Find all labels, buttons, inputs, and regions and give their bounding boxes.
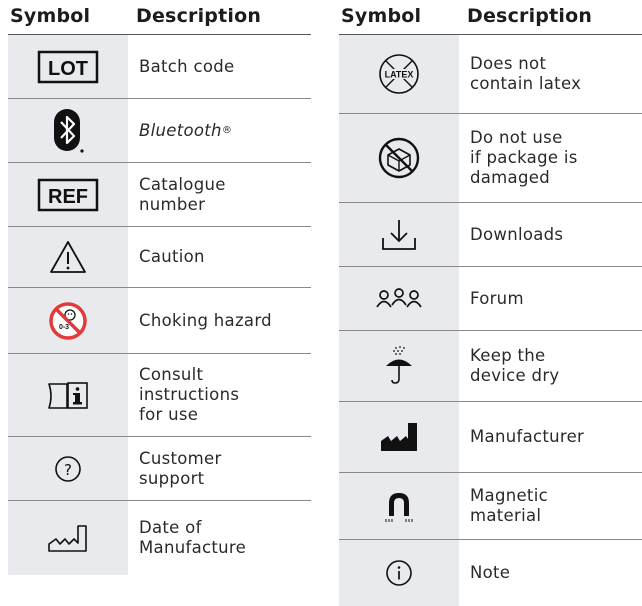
- table-row: Downloads: [339, 203, 642, 267]
- table-row: Keep the device dry: [339, 331, 642, 402]
- table-row: Note: [339, 540, 642, 606]
- choking-hazard-icon: 0-3: [8, 288, 128, 353]
- symbol-header: Symbol: [341, 5, 422, 27]
- consult-instructions-icon: [8, 354, 128, 436]
- description-manufacturer: Manufacturer: [470, 427, 585, 446]
- symbol-table-right: Symbol Description LATEX Does not contai…: [339, 0, 642, 606]
- description-keep-dry: Keep the device dry: [470, 346, 560, 385]
- description-batch-code: Batch code: [139, 56, 235, 76]
- table-row: REF Catalogue number: [8, 163, 311, 227]
- svg-text:REF: REF: [48, 186, 88, 208]
- table-header: Symbol Description: [8, 0, 311, 35]
- download-icon: [339, 203, 459, 266]
- lot-icon: LOT: [8, 35, 128, 98]
- manufacturer-icon: [339, 402, 459, 472]
- table-row: ? Customer support: [8, 437, 311, 501]
- description-note: Note: [470, 563, 511, 582]
- description-customer-support: Customer support: [139, 448, 222, 488]
- keep-dry-icon: [339, 331, 459, 401]
- description-catalogue-number: Catalogue number: [139, 174, 226, 214]
- table-row: Forum: [339, 267, 642, 331]
- caution-icon: [8, 227, 128, 287]
- description-consult-instructions: Consult instructions for use: [139, 365, 240, 424]
- table-row: Date of Manufacture: [8, 501, 311, 575]
- forum-icon: [339, 267, 459, 330]
- description-forum: Forum: [470, 288, 524, 308]
- svg-text:0-3: 0-3: [59, 324, 69, 331]
- table-row: Do not use if package is damaged: [339, 114, 642, 203]
- date-of-manufacture-icon: [8, 501, 128, 575]
- description-damaged-package: Do not use if package is damaged: [470, 128, 578, 187]
- description-caution: Caution: [139, 247, 205, 266]
- description-date-of-manufacture: Date of Manufacture: [139, 518, 247, 557]
- table-row: Bluetooth ®: [8, 99, 311, 163]
- svg-text:?: ?: [64, 461, 72, 479]
- table-row: Consult instructions for use: [8, 354, 311, 437]
- symbol-table-left: Symbol Description LOT Batch code Blueto…: [8, 0, 311, 575]
- table-row: Magnetic material: [339, 473, 642, 540]
- latex-free-icon: LATEX: [339, 35, 459, 113]
- ref-icon: REF: [8, 163, 128, 226]
- description-magnetic-material: Magnetic material: [470, 486, 548, 525]
- description-downloads: Downloads: [470, 224, 564, 244]
- svg-text:LATEX: LATEX: [385, 70, 414, 80]
- symbol-header: Symbol: [10, 5, 91, 27]
- note-icon: [339, 540, 459, 606]
- table-row: LOT Batch code: [8, 35, 311, 99]
- description-latex-free: Does not contain latex: [470, 54, 582, 93]
- bluetooth-icon: [8, 99, 128, 162]
- description-header: Description: [467, 5, 593, 27]
- table-row: LATEX Does not contain latex: [339, 35, 642, 114]
- table-row: 0-3 Choking hazard: [8, 288, 311, 354]
- table-row: Manufacturer: [339, 402, 642, 473]
- customer-support-icon: ?: [8, 437, 128, 500]
- table-header: Symbol Description: [339, 0, 642, 35]
- description-bluetooth: Bluetooth ®: [139, 120, 233, 140]
- table-row: Caution: [8, 227, 311, 288]
- description-header: Description: [136, 5, 262, 27]
- svg-text:LOT: LOT: [48, 58, 88, 80]
- description-choking-hazard: Choking hazard: [139, 310, 272, 330]
- damaged-package-icon: [339, 114, 459, 202]
- magnetic-material-icon: [339, 473, 459, 539]
